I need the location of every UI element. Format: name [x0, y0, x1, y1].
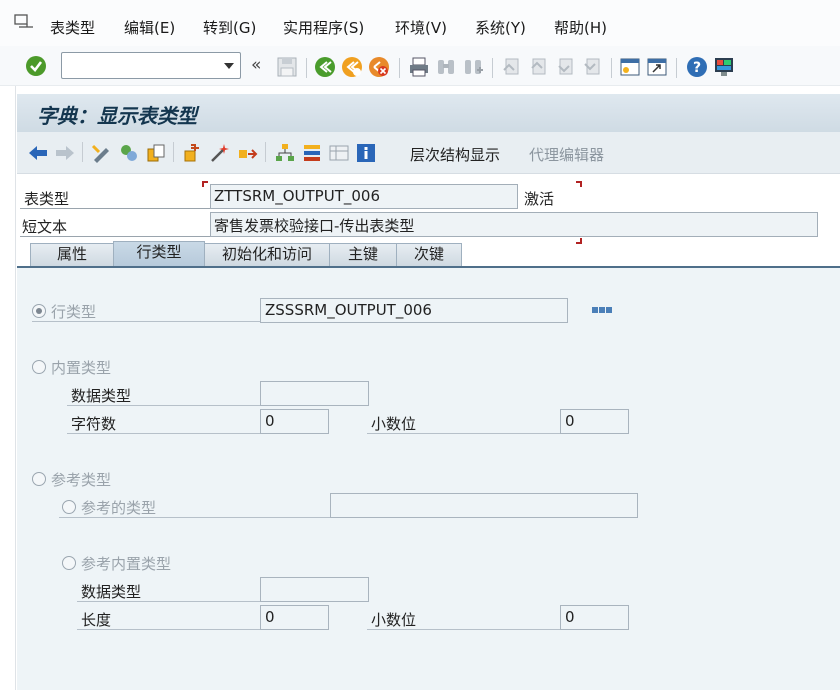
previous-page-icon[interactable]	[527, 56, 549, 78]
find-next-icon[interactable]	[462, 56, 484, 78]
table-icon[interactable]	[328, 142, 350, 164]
short-text-field[interactable]: 寄售发票校验接口-传出表类型	[210, 212, 818, 237]
page-title: 字典：显示表类型	[37, 104, 197, 128]
menu-environment[interactable]: 环境(V)	[395, 17, 447, 38]
menu-bar: 表类型 编辑(E) 转到(G) 实用程序(S) 环境(V) 系统(Y) 帮助(H…	[0, 0, 840, 46]
length-field[interactable]: 0	[260, 605, 329, 630]
data-type-label: 数据类型	[71, 387, 132, 405]
ref-builtin-label: 参考内置类型	[81, 555, 172, 573]
application-toolbar: 层次结构显示 代理编辑器	[17, 132, 840, 174]
chars-field[interactable]: 0	[260, 409, 329, 434]
tab-line-type[interactable]: 行类型	[113, 241, 205, 266]
menu-table-type[interactable]: 表类型	[50, 17, 95, 38]
decimals-label: 小数位	[371, 415, 417, 433]
menu-help[interactable]: 帮助(H)	[554, 17, 607, 38]
where-used-icon[interactable]	[236, 142, 258, 164]
last-page-icon[interactable]	[581, 56, 603, 78]
decimals-field[interactable]: 0	[560, 409, 629, 434]
other-object-icon[interactable]	[118, 142, 140, 164]
exit-icon[interactable]	[341, 56, 363, 78]
ref-type-radio[interactable]	[32, 472, 46, 486]
value-help-icon[interactable]	[592, 305, 612, 315]
row-type-label: 行类型	[51, 303, 97, 321]
length-label: 长度	[81, 611, 112, 629]
command-input[interactable]	[65, 56, 215, 75]
customize-layout-icon[interactable]	[713, 56, 735, 78]
title-bar: 字典：显示表类型	[17, 94, 840, 132]
short-text-label: 短文本	[22, 218, 68, 236]
builtin-type-radio[interactable]	[32, 360, 46, 374]
cancel-icon[interactable]	[368, 56, 390, 78]
back-icon[interactable]	[314, 56, 336, 78]
activate-wand-icon[interactable]	[209, 142, 231, 164]
display-change-icon[interactable]	[91, 142, 113, 164]
table-type-field[interactable]: ZTTSRM_OUTPUT_006	[210, 184, 518, 209]
tab-initialization-access[interactable]: 初始化和访问	[204, 243, 330, 266]
shortcut-icon[interactable]	[646, 56, 668, 78]
chevron-down-icon	[224, 62, 234, 69]
check-object-icon[interactable]	[182, 142, 204, 164]
help-icon[interactable]: ?	[686, 56, 708, 78]
status-label: 激活	[524, 190, 555, 208]
ref-data-type-field[interactable]	[260, 577, 369, 602]
table-type-value: ZTTSRM_OUTPUT_006	[214, 187, 380, 205]
save-icon[interactable]	[276, 56, 298, 78]
corner-marker	[202, 181, 208, 187]
tab-secondary-key[interactable]: 次键	[396, 243, 462, 266]
svg-text:?: ?	[693, 60, 701, 76]
ref-decimals-label: 小数位	[371, 611, 417, 629]
ref-to-type-radio[interactable]	[62, 500, 76, 514]
ref-data-type-label: 数据类型	[81, 583, 142, 601]
arrow-left-icon[interactable]	[27, 142, 49, 164]
ref-builtin-radio[interactable]	[62, 556, 76, 570]
hierarchy-display-button[interactable]: 层次结构显示	[410, 144, 500, 165]
system-menu-icon[interactable]	[14, 14, 34, 30]
copy-icon[interactable]	[145, 142, 167, 164]
arrow-right-icon[interactable]	[54, 142, 76, 164]
row-type-radio[interactable]	[32, 304, 46, 318]
ref-decimals-field[interactable]: 0	[560, 605, 629, 630]
ref-to-type-label: 参考的类型	[81, 499, 157, 517]
standard-toolbar: « ?	[0, 46, 840, 86]
line-type-panel: 行类型 ZSSSRM_OUTPUT_006 内置类型 数据类型 字符数 0 小数…	[17, 266, 840, 690]
structure-icon[interactable]	[301, 142, 323, 164]
builtin-type-label: 内置类型	[51, 359, 112, 377]
info-icon[interactable]	[355, 142, 377, 164]
data-type-field[interactable]	[260, 381, 369, 406]
create-session-icon[interactable]	[619, 56, 641, 78]
tab-primary-key[interactable]: 主键	[329, 243, 397, 266]
tab-strip: 属性 行类型 初始化和访问 主键 次键	[17, 240, 840, 266]
menu-system[interactable]: 系统(Y)	[475, 17, 526, 38]
proxy-editor-button[interactable]: 代理编辑器	[529, 144, 604, 165]
left-edge	[0, 86, 16, 690]
first-page-icon[interactable]	[500, 56, 522, 78]
menu-edit[interactable]: 编辑(E)	[124, 17, 175, 38]
ref-to-type-field[interactable]	[330, 493, 638, 518]
command-field[interactable]	[61, 52, 241, 79]
row-type-value: ZSSSRM_OUTPUT_006	[265, 301, 432, 319]
enter-check-icon[interactable]	[25, 55, 47, 77]
print-icon[interactable]	[408, 56, 430, 78]
row-type-field[interactable]: ZSSSRM_OUTPUT_006	[260, 298, 568, 323]
corner-marker	[576, 181, 582, 187]
menu-utilities[interactable]: 实用程序(S)	[283, 17, 364, 38]
ref-type-label: 参考类型	[51, 471, 112, 489]
chars-label: 字符数	[71, 415, 117, 433]
find-icon[interactable]	[435, 56, 457, 78]
command-dropdown-button[interactable]	[220, 56, 238, 75]
short-text-value: 寄售发票校验接口-传出表类型	[214, 217, 415, 235]
next-page-icon[interactable]	[554, 56, 576, 78]
hierarchy-icon[interactable]	[274, 142, 296, 164]
collapse-arrows[interactable]: «	[251, 55, 261, 75]
table-type-label: 表类型	[24, 190, 70, 208]
menu-goto[interactable]: 转到(G)	[203, 17, 256, 38]
tab-attributes[interactable]: 属性	[30, 243, 114, 266]
